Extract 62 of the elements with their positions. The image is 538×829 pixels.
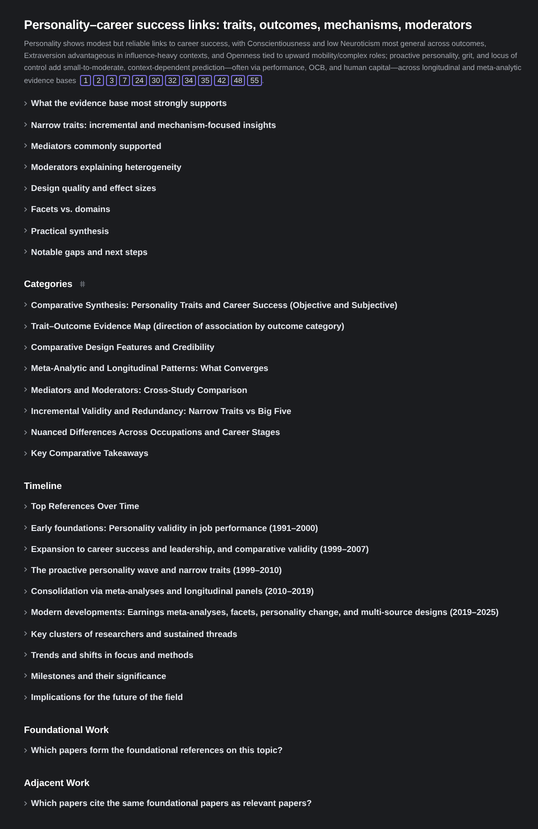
collapsible-item[interactable]: Modern developments: Earnings meta-analyses, facets, personality change, and multi-source designs (2019–2025) [31,607,499,618]
collapsible-item[interactable]: The proactive personality wave and narrow traits (1999–2010) [31,564,282,575]
collapsible-item[interactable]: Trends and shifts in focus and methods [31,650,194,660]
chevron-right-icon [24,748,27,753]
chevron-right-icon [24,387,27,392]
collapsible-item[interactable]: Nuanced Differences Across Occupations and Career Stages [31,427,280,438]
chevron-right-icon [24,610,27,615]
chevron-right-icon [24,673,27,678]
collapsible-item[interactable]: Design quality and effect sizes [31,183,156,194]
chevron-right-icon [24,525,27,530]
collapsible-item[interactable]: Which papers cite the same foundational papers as relevant papers? [31,798,312,808]
collapsible-item[interactable]: Top References Over Time [31,501,140,512]
section-heading: Categories [24,278,72,290]
collapsible-item[interactable]: Trait–Outcome Evidence Map (direction of association by outcome category) [31,321,344,332]
chevron-right-icon [24,186,27,191]
collapsible-item[interactable]: Early foundations: Personality validity in job performance (1991–2000) [31,522,318,533]
section-heading: Foundational Work [24,724,109,735]
collapsible-item[interactable]: Expansion to career success and leadership, and comparative validity (1999–2007) [31,544,369,554]
collapsible-item[interactable]: Implications for the future of the field [31,692,183,702]
chevron-right-icon [24,324,27,329]
collapsible-item[interactable]: Milestones and their significance [31,670,166,681]
page-title: Personality–career success links: traits, outcomes, mechanisms, moderators [24,18,473,32]
chevron-right-icon [24,366,27,371]
collapsible-item[interactable]: Facets vs. domains [31,204,110,214]
collapsible-item[interactable]: Moderators explaining heterogeneity [31,162,182,172]
chevron-right-icon [24,694,27,700]
collapsible-item[interactable]: Incremental Validity and Redundancy: Narrow Traits vs Big Five [31,406,292,416]
hash-icon[interactable] [80,280,86,287]
chevron-right-icon [24,631,27,636]
chevron-right-icon [24,430,27,435]
section-heading: Timeline [24,480,62,491]
chevron-right-icon [24,567,27,572]
chevron-right-icon [24,546,27,552]
chevron-right-icon [24,206,27,212]
section-heading: Adjacent Work [24,776,90,788]
collapsible-item[interactable]: Consolidation via meta-analyses and longitudinal panels (2010–2019) [31,586,314,596]
chevron-right-icon [24,228,27,234]
collapsible-item[interactable]: Practical synthesis [31,226,109,236]
chevron-right-icon [24,344,27,350]
collapsible-item[interactable]: Meta-Analytic and Longitudinal Patterns: What Converges [31,363,268,374]
collapsible-item[interactable]: Which papers form the foundational references on this topic? [31,745,283,756]
chevron-right-icon [24,588,27,594]
chevron-right-icon [24,504,27,509]
collapsible-item[interactable]: Mediators and Moderators: Cross-Study Comparison [31,384,248,395]
chevron-right-icon [24,652,27,658]
chevron-right-icon [24,408,27,414]
collapsible-item[interactable]: Key Comparative Takeaways [31,448,148,458]
collapsible-item[interactable]: Comparative Synthesis: Personality Traits and Career Success (Objective and Subjective) [31,300,398,310]
collapsible-item[interactable]: Notable gaps and next steps [31,246,148,257]
chevron-right-icon [24,302,27,308]
chevron-right-icon [24,122,27,128]
collapsible-item[interactable]: Narrow traits: incremental and mechanism-focused insights [31,120,276,130]
chevron-right-icon [24,100,27,106]
collapsible-item[interactable]: What the evidence base most strongly supports [31,98,227,108]
collapsible-item[interactable]: Key clusters of researchers and sustained threads [31,628,238,639]
chevron-right-icon [24,249,27,254]
chevron-right-icon [24,164,27,170]
chevron-right-icon [24,450,27,456]
chevron-right-icon [24,800,27,806]
chevron-right-icon [24,143,27,148]
collapsible-item[interactable]: Mediators commonly supported [31,140,162,151]
collapsible-item[interactable]: Comparative Design Features and Credibility [31,342,214,352]
